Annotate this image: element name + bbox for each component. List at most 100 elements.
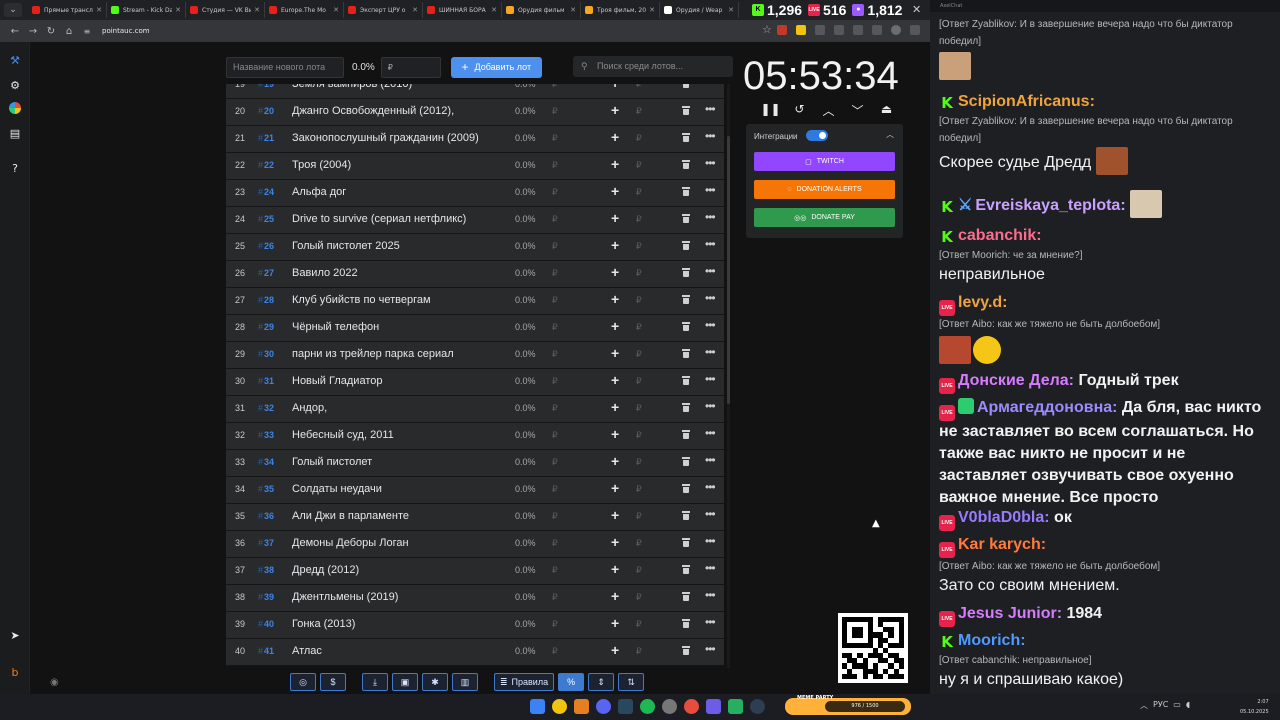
- save-icon[interactable]: ▣: [392, 673, 418, 691]
- lot-id[interactable]: #26: [258, 241, 274, 251]
- lot-row[interactable]: 19 #19 Земля вампиров (2010) 0.0% ₽ + ₽ …: [226, 84, 724, 99]
- more-icon[interactable]: •••: [705, 534, 716, 548]
- lot-id[interactable]: #30: [258, 349, 274, 359]
- extension-icon[interactable]: [834, 25, 844, 35]
- plus-icon[interactable]: +: [611, 318, 619, 334]
- browser-tab[interactable]: Europe.The Mo ✕: [265, 2, 344, 18]
- more-icon[interactable]: •••: [705, 291, 716, 305]
- download-icon[interactable]: ⤓: [362, 673, 388, 691]
- more-icon[interactable]: •••: [705, 210, 716, 224]
- add-lot-button[interactable]: + Добавить лот: [450, 56, 542, 78]
- chat-username[interactable]: Kar karych:: [958, 536, 1046, 553]
- chat-username[interactable]: Армагеддоновна:: [977, 399, 1117, 416]
- bookmark-star-icon[interactable]: ☆: [762, 23, 772, 36]
- trash-icon[interactable]: [682, 214, 690, 223]
- tab-close-icon[interactable]: ✕: [491, 6, 497, 14]
- lot-row[interactable]: 31 #32 Андор, 0.0% ₽ + ₽ •••: [226, 396, 724, 423]
- decrease-icon[interactable]: ﹀: [843, 102, 872, 119]
- lot-name[interactable]: Альфа дог: [292, 186, 346, 198]
- eye-icon[interactable]: ◉: [50, 677, 59, 688]
- document-icon[interactable]: ▤: [7, 125, 23, 141]
- lot-row[interactable]: 33 #34 Голый пистолет 0.0% ₽ + ₽ •••: [226, 450, 724, 477]
- lot-name[interactable]: Новый Гладиатор: [292, 375, 382, 387]
- trash-icon[interactable]: [682, 484, 690, 493]
- compress-icon[interactable]: ⇕: [588, 673, 615, 691]
- extension-icon[interactable]: [815, 25, 825, 35]
- volume-icon[interactable]: ◖: [1186, 700, 1190, 711]
- more-icon[interactable]: •••: [705, 480, 716, 494]
- lot-name[interactable]: Атлас: [292, 645, 322, 657]
- lot-id[interactable]: #28: [258, 295, 274, 305]
- menu-icon[interactable]: [910, 25, 920, 35]
- spotify-icon[interactable]: [640, 699, 655, 714]
- plus-icon[interactable]: +: [611, 372, 619, 388]
- lot-name[interactable]: Небесный суд, 2011: [292, 429, 394, 441]
- hammer-icon[interactable]: ⚒: [7, 52, 23, 68]
- site-info-icon[interactable]: ≡: [78, 27, 96, 36]
- lot-id[interactable]: #21: [258, 133, 274, 143]
- explorer-icon[interactable]: [574, 699, 589, 714]
- trash-icon[interactable]: [682, 84, 690, 88]
- browser-tab[interactable]: Орудия фильм ✕: [502, 2, 581, 18]
- chat-username[interactable]: ScipionAfricanus:: [958, 93, 1095, 110]
- lot-id[interactable]: #39: [258, 592, 274, 602]
- lot-row[interactable]: 27 #28 Клуб убийств по четвергам 0.0% ₽ …: [226, 288, 724, 315]
- forward-icon[interactable]: →: [24, 26, 42, 37]
- browser-tab[interactable]: ШИННАЯ БОРА ✕: [423, 2, 502, 18]
- more-icon[interactable]: •••: [705, 345, 716, 359]
- plus-icon[interactable]: +: [611, 615, 619, 631]
- integrations-toggle[interactable]: [806, 130, 828, 141]
- plus-icon[interactable]: +: [611, 345, 619, 361]
- windows-start-icon[interactable]: [530, 699, 545, 714]
- trash-icon[interactable]: [682, 619, 690, 628]
- trash-icon[interactable]: [682, 187, 690, 196]
- chat-username[interactable]: Evreiskaya_teplota:: [975, 197, 1125, 214]
- chat-username[interactable]: cabanchik:: [958, 227, 1042, 244]
- plus-icon[interactable]: +: [611, 264, 619, 280]
- trash-icon[interactable]: [682, 430, 690, 439]
- app-icon[interactable]: [662, 699, 677, 714]
- lot-row[interactable]: 37 #38 Дредд (2012) 0.0% ₽ + ₽ •••: [226, 558, 724, 585]
- lot-row[interactable]: 22 #22 Троя (2004) 0.0% ₽ + ₽ •••: [226, 153, 724, 180]
- clock[interactable]: 2:07 05.10.2025: [1240, 697, 1269, 717]
- lot-name[interactable]: Голый пистолет: [292, 456, 372, 468]
- trash-icon[interactable]: [682, 295, 690, 304]
- donate-pay-button[interactable]: ◎◎ DONATE PAY: [754, 208, 895, 227]
- more-icon[interactable]: •••: [705, 264, 716, 278]
- tab-close-icon[interactable]: ✕: [96, 6, 102, 14]
- lot-id[interactable]: #22: [258, 160, 274, 170]
- lot-name[interactable]: Вавило 2022: [292, 267, 358, 279]
- lot-id[interactable]: #25: [258, 214, 274, 224]
- lot-name[interactable]: Джанго Освобожденный (2012),: [292, 105, 454, 117]
- browser-tab[interactable]: Студия — VK Ви ✕: [186, 2, 265, 18]
- profile-avatar[interactable]: [891, 25, 901, 35]
- lot-add-amount-input[interactable]: ₽: [636, 322, 642, 333]
- lot-search-input[interactable]: ⚲ Поиск среди лотов...: [573, 56, 733, 77]
- lot-list-scrollbar[interactable]: [727, 84, 730, 668]
- plus-icon[interactable]: +: [611, 399, 619, 415]
- increase-icon[interactable]: ︿: [814, 102, 843, 119]
- lot-row[interactable]: 24 #25 Drive to survive (сериал нетфликс…: [226, 207, 724, 234]
- lot-add-amount-input[interactable]: ₽: [636, 349, 642, 360]
- lot-row[interactable]: 23 #24 Альфа дог 0.0% ₽ + ₽ •••: [226, 180, 724, 207]
- lot-add-amount-input[interactable]: ₽: [636, 646, 642, 657]
- plus-icon[interactable]: +: [611, 561, 619, 577]
- more-icon[interactable]: •••: [705, 183, 716, 197]
- obs-icon[interactable]: [750, 699, 765, 714]
- lot-add-amount-input[interactable]: ₽: [636, 538, 642, 549]
- lot-add-amount-input[interactable]: ₽: [636, 484, 642, 495]
- app-icon[interactable]: [728, 699, 743, 714]
- lot-row[interactable]: 39 #40 Гонка (2013) 0.0% ₽ + ₽ •••: [226, 612, 724, 639]
- lot-add-amount-input[interactable]: ₽: [636, 84, 642, 90]
- lot-row[interactable]: 21 #21 Законопослушный гражданин (2009) …: [226, 126, 724, 153]
- more-icon[interactable]: •••: [705, 453, 716, 467]
- boosty-icon[interactable]: b: [7, 664, 23, 680]
- lot-add-amount-input[interactable]: ₽: [636, 214, 642, 225]
- lot-row[interactable]: 34 #35 Солдаты неудачи 0.0% ₽ + ₽ •••: [226, 477, 724, 504]
- plus-icon[interactable]: +: [611, 507, 619, 523]
- plus-icon[interactable]: +: [611, 453, 619, 469]
- browser-tab[interactable]: Орудия / Weap ✕: [660, 2, 739, 18]
- lot-name[interactable]: Гонка (2013): [292, 618, 355, 630]
- lot-id[interactable]: #32: [258, 403, 274, 413]
- lot-name[interactable]: парни из трейлер парка сериал: [292, 348, 454, 360]
